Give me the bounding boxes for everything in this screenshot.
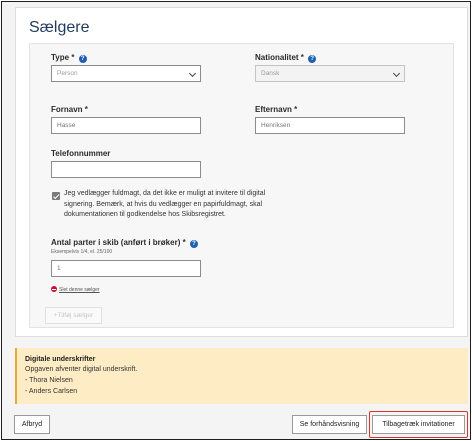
required-marker: *	[300, 53, 304, 62]
notice-signer: - Thora Nielsen	[25, 377, 73, 384]
delete-seller-label: Slet denne sælger	[59, 287, 100, 293]
lastname-label: Efternavn *	[255, 105, 297, 114]
cancel-button[interactable]: Afbryd	[14, 415, 50, 434]
page-title: Sælgere	[29, 19, 90, 36]
firstname-label: Fornavn *	[51, 105, 88, 114]
shares-hint: Eksempelvis 1/4, el. 25/100	[51, 249, 113, 255]
preview-button[interactable]: Se forhåndsvisning	[292, 415, 367, 434]
nationality-label-text: Nationalitet	[255, 53, 299, 62]
notice-message: Opgaven afventer digital underskrift.	[25, 366, 138, 373]
notice-title: Digitale underskrifter	[25, 356, 96, 363]
shares-input[interactable]	[51, 260, 201, 277]
notice-signer: - Anders Carlsen	[25, 388, 78, 395]
add-seller-button[interactable]: +Tilføj sælger	[45, 307, 102, 324]
shares-label-text: Antal parter i skib (anført i brøker)	[51, 238, 181, 247]
nationality-select-value: Dansk	[261, 70, 280, 77]
power-of-attorney-line: dokumentationen til godkendelse hos Skib…	[64, 211, 226, 218]
nationality-select[interactable]: Dansk	[255, 65, 405, 82]
required-marker: *	[182, 238, 186, 247]
chevron-down-icon	[392, 69, 401, 78]
type-label-text: Type	[51, 53, 70, 62]
help-icon[interactable]: ?	[78, 55, 87, 63]
required-marker: *	[71, 53, 75, 62]
lastname-label-text: Efternavn	[255, 105, 292, 114]
help-icon[interactable]: ?	[189, 240, 198, 248]
power-of-attorney-line: Jeg vedlægger fuldmagt, da det ikke er m…	[64, 190, 266, 197]
type-select[interactable]: Person	[51, 65, 201, 82]
required-marker: *	[294, 105, 298, 114]
seller-form: Type * ? Person Nationalitet * ? Dansk F…	[29, 43, 454, 328]
power-of-attorney-line: signering. Bemærk, at hvis du vedlægger …	[64, 200, 263, 208]
sellers-card: Sælgere Type * ? Person Nationalitet * ?…	[15, 7, 468, 337]
remove-icon	[51, 286, 57, 292]
firstname-label-text: Fornavn	[51, 105, 83, 114]
highlight-box	[369, 411, 468, 438]
required-marker: *	[84, 105, 88, 114]
power-of-attorney-text: Jeg vedlægger fuldmagt, da det ikke er m…	[64, 189, 314, 221]
firstname-input[interactable]	[51, 117, 201, 134]
power-of-attorney-checkbox[interactable]	[52, 192, 60, 200]
phone-label: Telefonnummer	[51, 149, 111, 158]
shares-label: Antal parter i skib (anført i brøker) * …	[51, 238, 198, 248]
signatures-notice: Digitale underskrifter Opgaven afventer …	[15, 348, 468, 404]
type-select-value: Person	[57, 70, 78, 77]
help-icon[interactable]: ?	[308, 55, 317, 63]
window-frame: Sælgere Type * ? Person Nationalitet * ?…	[1, 1, 471, 440]
phone-input[interactable]	[51, 161, 201, 178]
nationality-label: Nationalitet * ?	[255, 53, 317, 63]
delete-seller-link[interactable]: Slet denne sælger	[51, 286, 100, 293]
lastname-input[interactable]	[255, 117, 405, 134]
chevron-down-icon	[188, 69, 197, 78]
type-label: Type * ?	[51, 53, 87, 63]
